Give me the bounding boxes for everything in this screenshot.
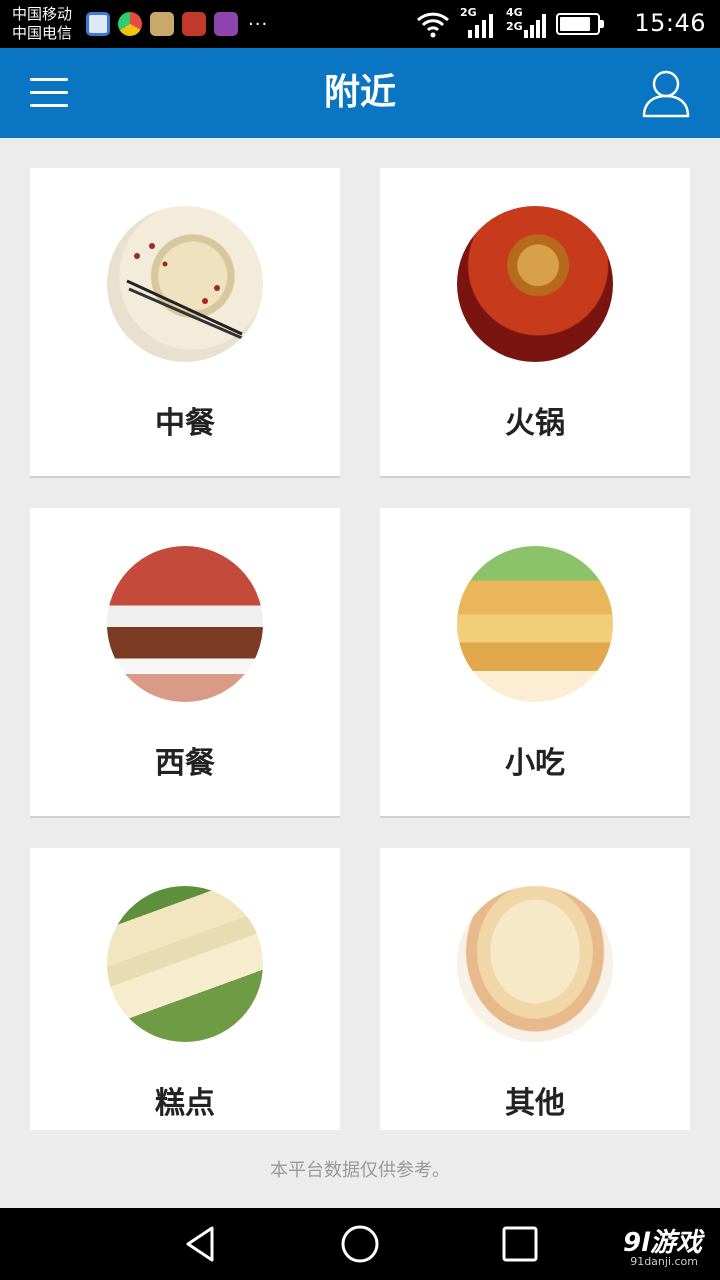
news-app-icon: [182, 12, 206, 36]
category-label: 火锅: [505, 406, 565, 441]
page-title: 附近: [323, 72, 396, 113]
category-card-zhongcan[interactable]: 中餐: [30, 168, 340, 478]
gallery-app-icon: [214, 12, 238, 36]
recent-apps-button[interactable]: [500, 1224, 540, 1264]
home-button[interactable]: [340, 1224, 380, 1264]
other-food-image: [457, 886, 613, 1042]
disclaimer-text: 本平台数据仅供参考。: [270, 1160, 450, 1181]
more-notifications-icon: ···: [248, 13, 269, 35]
back-button[interactable]: [180, 1224, 220, 1264]
system-nav-bar: 9l游戏 91danji.com: [0, 1208, 720, 1280]
category-card-xiaochi[interactable]: 小吃: [380, 508, 690, 818]
status-time: 15:46: [634, 9, 706, 37]
carrier-1: 中国移动: [12, 5, 73, 23]
chinese-food-image: [107, 206, 263, 362]
battery-icon: [556, 13, 604, 35]
signal-4g-icon: 4G 2G: [506, 6, 546, 40]
back-icon: [186, 1226, 214, 1262]
category-label: 糕点: [155, 1086, 215, 1121]
status-bar: 中国移动 中国电信 ··· 2G 4G 2G 15:46: [0, 0, 720, 48]
browser-app-icon: [86, 12, 110, 36]
system-icons: 2G 4G 2G: [416, 6, 604, 40]
menu-button[interactable]: [30, 72, 70, 112]
app-header: 附近: [0, 48, 720, 138]
app-notification-icon: [150, 12, 174, 36]
menu-icon-line: [30, 91, 68, 94]
menu-icon-line: [30, 78, 68, 81]
category-label: 其他: [505, 1086, 565, 1121]
category-label: 西餐: [155, 746, 215, 781]
category-card-qita[interactable]: 其他: [380, 848, 690, 1130]
user-icon: [642, 70, 690, 118]
user-profile-button[interactable]: [640, 68, 692, 120]
category-label: 小吃: [505, 746, 565, 781]
western-food-image: [107, 546, 263, 702]
wifi-icon: [416, 12, 450, 38]
category-card-gaodian[interactable]: 糕点: [30, 848, 340, 1130]
category-label: 中餐: [155, 406, 215, 441]
carrier-info: 中国移动 中国电信: [12, 5, 72, 43]
watermark-logo: 9l游戏: [622, 1228, 702, 1258]
snack-image: [457, 546, 613, 702]
category-card-huoguo[interactable]: 火锅: [380, 168, 690, 478]
carrier-2: 中国电信: [12, 24, 73, 42]
recent-apps-icon: [502, 1226, 538, 1262]
signal-2g-icon: 2G: [460, 6, 496, 40]
notification-icons: ···: [86, 12, 268, 36]
menu-icon-line: [30, 104, 68, 107]
watermark-url: 91danji.com: [630, 1255, 698, 1268]
pastry-image: [107, 886, 263, 1042]
game-app-icon: [118, 12, 142, 36]
category-card-xican[interactable]: 西餐: [30, 508, 340, 818]
hotpot-image: [457, 206, 613, 362]
home-icon: [341, 1225, 379, 1263]
battery-level: [560, 17, 590, 31]
